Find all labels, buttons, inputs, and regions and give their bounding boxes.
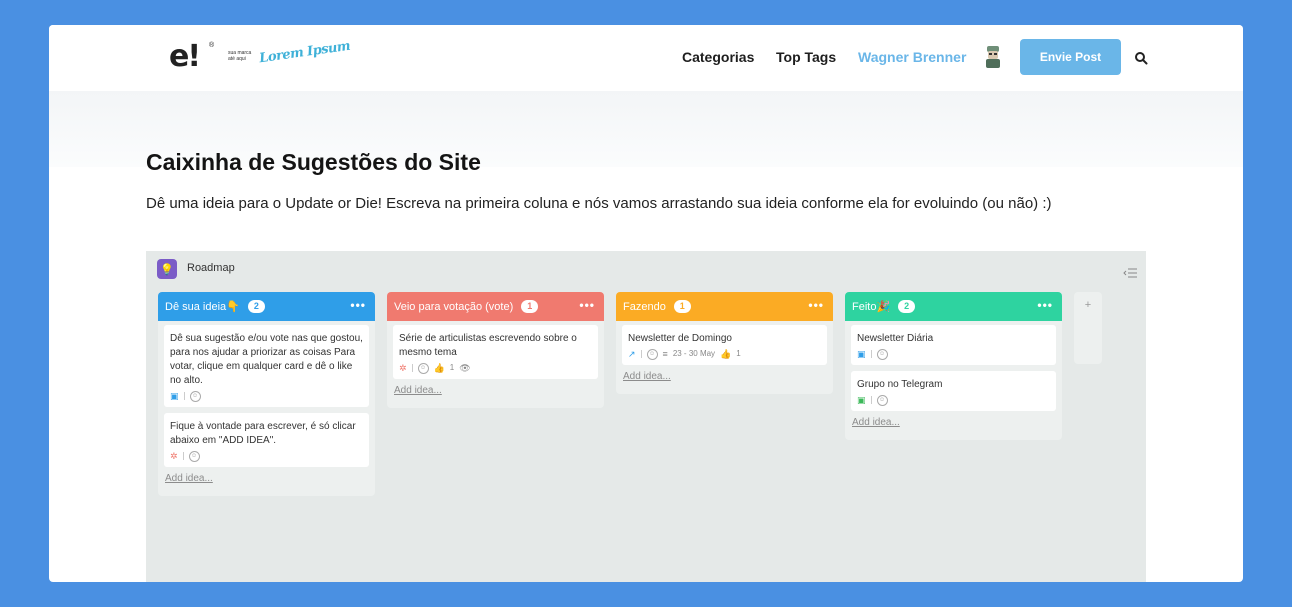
like-count: 1 (736, 349, 741, 358)
add-idea-link[interactable]: Add idea... (622, 371, 827, 388)
browser-window: e! ® sua marca até aqui Lorem Ipsum Cate… (49, 25, 1243, 582)
column-count-badge: 2 (898, 300, 916, 313)
assignee-icon[interactable]: ☺ (189, 390, 201, 402)
column-count-badge: 2 (247, 300, 265, 313)
column-header[interactable]: Fazendo 1 ••• (616, 292, 833, 321)
column-title: Veio para votação (vote) (394, 300, 514, 313)
divider (182, 452, 184, 460)
card-date: 23 - 30 May (672, 349, 716, 358)
thumbs-up-icon[interactable]: 👍 (720, 349, 731, 359)
page-description: Dê uma ideia para o Update or Die! Escre… (146, 195, 1052, 212)
assignee-icon[interactable]: ☺ (646, 348, 658, 360)
roadmap-board: 💡 Roadmap Dê sua ideia👇 2 ••• Dê sua sug… (146, 251, 1146, 582)
divider (411, 364, 413, 372)
column-more-icon[interactable]: ••• (350, 298, 366, 312)
assignee-icon[interactable]: ☺ (417, 362, 429, 374)
column-header[interactable]: Dê sua ideia👇 2 ••• (158, 292, 375, 321)
lightbulb-icon: 💡 (157, 259, 177, 279)
edit-note-icon: ▣ (170, 391, 179, 401)
card-text: Série de articulistas escrevendo sobre o… (399, 333, 577, 358)
registered-mark: ® (209, 42, 215, 49)
add-column-button[interactable]: + (1074, 292, 1102, 364)
card-text: Dê sua sugestão e/ou vote nas que gostou… (170, 333, 363, 386)
card-text: Grupo no Telegram (857, 379, 943, 390)
avatar-icon (986, 46, 1000, 68)
send-post-button[interactable]: Envie Post (1020, 39, 1121, 75)
card-text: Newsletter de Domingo (628, 333, 732, 344)
divider (870, 350, 872, 358)
logo-text: e! (169, 39, 201, 74)
column-more-icon[interactable]: ••• (1037, 298, 1053, 312)
idea-card[interactable]: Newsletter Diária ▣ ☺ (851, 325, 1056, 365)
column-title: Dê sua ideia👇 (165, 301, 240, 313)
nav-user-name[interactable]: Wagner Brenner (858, 49, 966, 65)
like-count: 1 (449, 363, 455, 372)
user-avatar[interactable] (983, 45, 1003, 69)
column-feito: Feito🎉 2 ••• Newsletter Diária ▣ ☺ Grupo… (845, 292, 1062, 440)
column-veio-para-votacao: Veio para votação (vote) 1 ••• Série de … (387, 292, 604, 408)
edit-note-icon: ▣ (857, 349, 866, 359)
column-more-icon[interactable]: ••• (808, 298, 824, 312)
column-count-badge: 1 (521, 300, 539, 313)
idea-card[interactable]: Fique à vontade para escrever, é só clic… (164, 413, 369, 467)
nav-categorias[interactable]: Categorias (682, 49, 754, 65)
assignee-icon[interactable]: ☺ (876, 394, 888, 406)
card-text: Fique à vontade para escrever, é só clic… (170, 421, 356, 446)
column-de-sua-ideia: Dê sua ideia👇 2 ••• Dê sua sugestão e/ou… (158, 292, 375, 496)
add-idea-link[interactable]: Add idea... (393, 385, 598, 402)
assignee-icon[interactable]: ☺ (188, 450, 200, 462)
description-icon: ≡ (662, 349, 668, 359)
gear-icon: ✲ (399, 363, 407, 373)
sponsor-caption: sua marca até aqui (228, 50, 252, 62)
sponsor-logo[interactable]: Lorem Ipsum (258, 39, 351, 67)
idea-card[interactable]: Dê sua sugestão e/ou vote nas que gostou… (164, 325, 369, 407)
column-title: Feito🎉 (852, 301, 891, 313)
nav-top-tags[interactable]: Top Tags (776, 49, 836, 65)
bookmark-icon: ▣ (857, 395, 866, 405)
column-fazendo: Fazendo 1 ••• Newsletter de Domingo ↗ ☺ … (616, 292, 833, 394)
gear-icon: ✲ (170, 451, 178, 461)
divider (183, 392, 185, 400)
column-header[interactable]: Veio para votação (vote) 1 ••• (387, 292, 604, 321)
site-header: e! ® sua marca até aqui Lorem Ipsum Cate… (49, 25, 1243, 91)
assignee-icon[interactable]: ☺ (876, 348, 888, 360)
board-title: Roadmap (187, 262, 235, 274)
idea-card[interactable]: Série de articulistas escrevendo sobre o… (393, 325, 598, 379)
page-title: Caixinha de Sugestões do Site (146, 149, 481, 175)
card-text: Newsletter Diária (857, 333, 934, 344)
arrow-up-right-icon: ↗ (628, 349, 636, 359)
column-count-badge: 1 (673, 300, 691, 313)
thumbs-up-icon[interactable]: 👍 (434, 363, 445, 373)
divider (870, 396, 872, 404)
column-more-icon[interactable]: ••• (579, 298, 595, 312)
board-menu-icon[interactable] (1123, 265, 1137, 278)
column-header[interactable]: Feito🎉 2 ••• (845, 292, 1062, 321)
eye-icon: 👁 (459, 363, 471, 373)
add-idea-link[interactable]: Add idea... (851, 417, 1056, 434)
site-logo[interactable]: e! ® (169, 39, 215, 74)
add-idea-link[interactable]: Add idea... (164, 473, 369, 490)
divider (640, 350, 642, 358)
idea-card[interactable]: Newsletter de Domingo ↗ ☺ ≡ 23 - 30 May … (622, 325, 827, 365)
idea-card[interactable]: Grupo no Telegram ▣ ☺ (851, 371, 1056, 411)
search-icon[interactable] (1134, 51, 1148, 65)
column-title: Fazendo (623, 300, 666, 313)
